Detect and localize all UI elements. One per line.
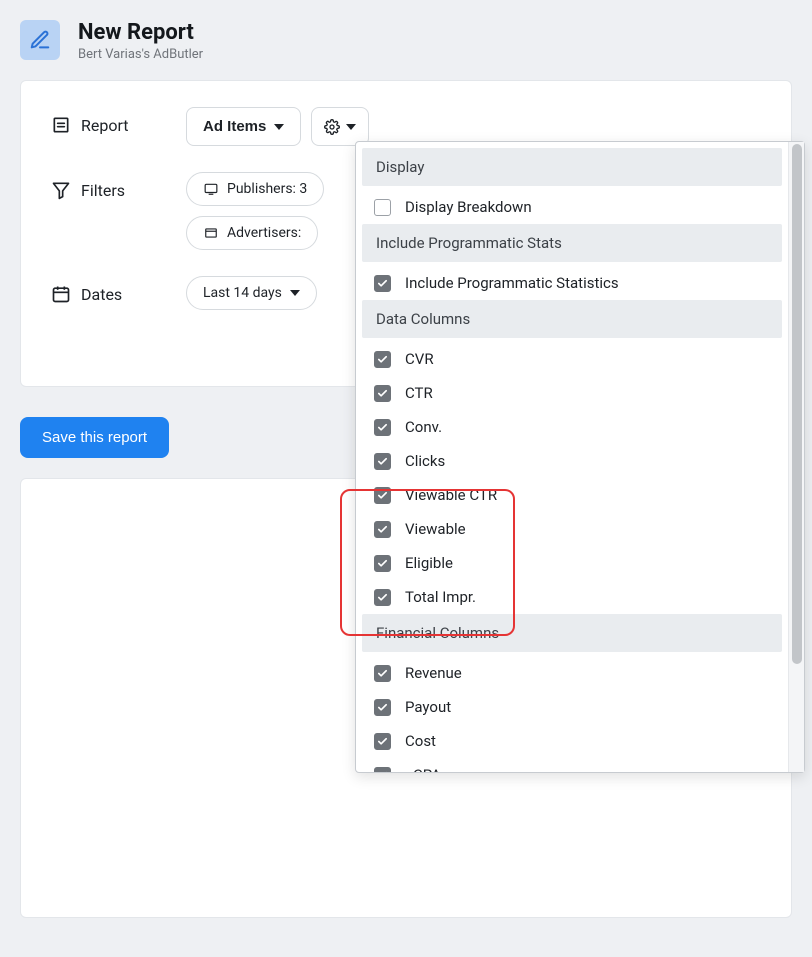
scrollbar-thumb[interactable]: [792, 144, 802, 664]
checkbox[interactable]: [374, 487, 391, 504]
chevron-down-icon: [346, 124, 356, 130]
filter-icon: [51, 180, 71, 200]
dropdown-item-label: Include Programmatic Statistics: [405, 274, 619, 292]
chevron-down-icon: [290, 290, 300, 296]
chevron-down-icon: [274, 124, 284, 130]
dropdown-item-label: Display Breakdown: [405, 198, 532, 216]
save-report-button[interactable]: Save this report: [20, 417, 169, 458]
checkbox[interactable]: [374, 521, 391, 538]
checkbox[interactable]: [374, 555, 391, 572]
checkbox[interactable]: [374, 351, 391, 368]
checkbox[interactable]: [374, 699, 391, 716]
checkbox[interactable]: [374, 275, 391, 292]
ad-items-dropdown[interactable]: Ad Items: [186, 107, 301, 146]
dropdown-item-label: CTR: [405, 384, 433, 402]
dropdown-item-label: Viewable CTR: [405, 486, 497, 504]
dropdown-item[interactable]: Clicks: [356, 444, 788, 478]
dropdown-item-label: Payout: [405, 698, 451, 716]
checkbox[interactable]: [374, 665, 391, 682]
dropdown-item-label: Total Impr.: [405, 588, 476, 606]
dropdown-item-label: Conv.: [405, 418, 442, 436]
dropdown-item-label: CVR: [405, 350, 434, 368]
dropdown-item-label: eCPA: [405, 766, 441, 772]
dropdown-item-label: Revenue: [405, 664, 462, 682]
checkbox[interactable]: [374, 453, 391, 470]
dropdown-section-header: Data Columns: [362, 300, 782, 338]
checkbox[interactable]: [374, 589, 391, 606]
dropdown-item[interactable]: Cost: [356, 724, 788, 758]
publishers-filter[interactable]: Publishers: 3: [186, 172, 324, 206]
dropdown-section-header: Display: [362, 148, 782, 186]
dropdown-item[interactable]: Viewable: [356, 512, 788, 546]
dropdown-item[interactable]: Viewable CTR: [356, 478, 788, 512]
report-label: Report: [81, 116, 129, 135]
dropdown-item[interactable]: CVR: [356, 342, 788, 376]
dropdown-item[interactable]: Include Programmatic Statistics: [356, 266, 788, 300]
dropdown-item[interactable]: Payout: [356, 690, 788, 724]
dropdown-item-label: Eligible: [405, 554, 453, 572]
dropdown-item-label: Clicks: [405, 452, 445, 470]
page-header: New Report Bert Varias's AdButler: [0, 0, 812, 80]
dropdown-item[interactable]: Total Impr.: [356, 580, 788, 614]
dropdown-item[interactable]: Display Breakdown: [356, 190, 788, 224]
page-title: New Report: [78, 20, 203, 45]
dropdown-item[interactable]: CTR: [356, 376, 788, 410]
page-subtitle: Bert Varias's AdButler: [78, 47, 203, 62]
dropdown-section-header: Financial Columns: [362, 614, 782, 652]
settings-dropdown-panel: Display Display Breakdown Include Programm…: [355, 141, 805, 773]
report-type-icon: [51, 115, 71, 135]
dropdown-item[interactable]: eCPA: [356, 758, 788, 772]
dropdown-item[interactable]: Conv.: [356, 410, 788, 444]
checkbox[interactable]: [374, 767, 391, 773]
checkbox[interactable]: [374, 385, 391, 402]
scrollbar[interactable]: [788, 142, 804, 772]
date-range-dropdown[interactable]: Last 14 days: [186, 276, 317, 310]
checkbox[interactable]: [374, 733, 391, 750]
advertisers-filter[interactable]: Advertisers:: [186, 216, 318, 250]
config-card: Report Ad Items Filters Publishers: 3: [20, 80, 792, 387]
report-icon: [20, 20, 60, 60]
dates-label: Dates: [81, 285, 122, 304]
dropdown-item-label: Viewable: [405, 520, 466, 538]
dropdown-item[interactable]: Revenue: [356, 656, 788, 690]
filters-label: Filters: [81, 181, 125, 200]
dropdown-section-header: Include Programmatic Stats: [362, 224, 782, 262]
checkbox[interactable]: [374, 419, 391, 436]
calendar-icon: [51, 284, 71, 304]
checkbox[interactable]: [374, 199, 391, 216]
dropdown-item[interactable]: Eligible: [356, 546, 788, 580]
dropdown-item-label: Cost: [405, 732, 436, 750]
